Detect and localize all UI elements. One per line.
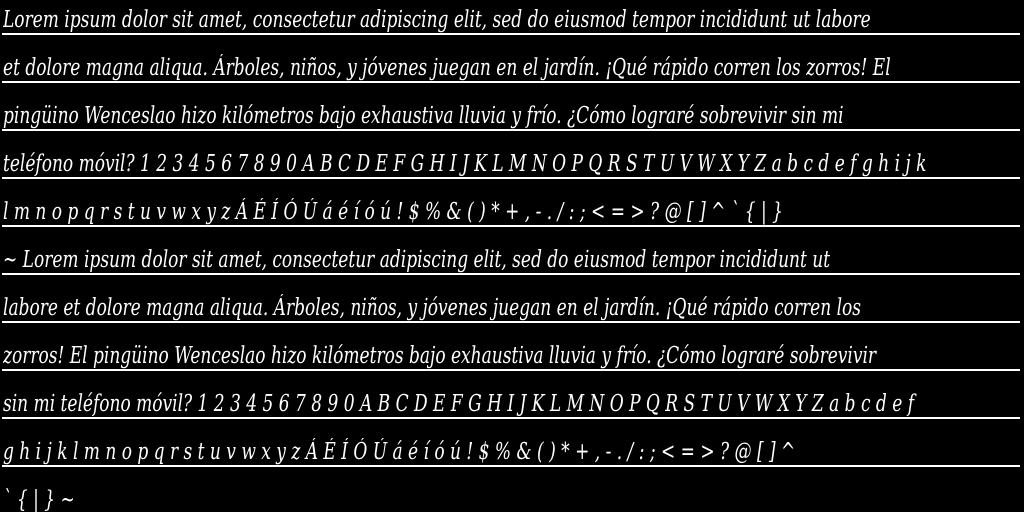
sample-line-8: zorros! El pingüino Wenceslao hizo kilóm… bbox=[3, 336, 1021, 384]
underline-5 bbox=[2, 225, 1020, 227]
sample-text-1: Lorem ipsum dolor sit amet, consectetur … bbox=[3, 7, 871, 33]
sample-text-3: pingüino Wenceslao hizo kilómetros bajo … bbox=[3, 103, 844, 129]
sample-text-10: g h i j k l m n o p q r s t u v w x y z … bbox=[3, 439, 796, 465]
underline-4 bbox=[2, 177, 1020, 179]
sample-line-6: ~ Lorem ipsum dolor sit amet, consectetu… bbox=[3, 240, 1021, 288]
sample-text-5: l m n o p q r s t u v w x y z Á É Í Ó Ú … bbox=[3, 199, 783, 225]
underline-9 bbox=[2, 417, 1020, 419]
sample-line-2: et dolore magna aliqua. Árboles, niños, … bbox=[3, 48, 1021, 96]
underline-8 bbox=[2, 369, 1020, 371]
sample-text-9: sin mi teléfono móvil? 1 2 3 4 5 6 7 8 9… bbox=[3, 391, 915, 417]
underline-7 bbox=[2, 321, 1020, 323]
sample-text-7: labore et dolore magna aliqua. Árboles, … bbox=[3, 295, 862, 321]
sample-line-1: Lorem ipsum dolor sit amet, consectetur … bbox=[3, 0, 1021, 48]
sample-line-11: ` { | } ~ bbox=[3, 480, 1021, 512]
underline-1 bbox=[2, 33, 1020, 35]
sample-line-5: l m n o p q r s t u v w x y z Á É Í Ó Ú … bbox=[3, 192, 1021, 240]
sample-line-9: sin mi teléfono móvil? 1 2 3 4 5 6 7 8 9… bbox=[3, 384, 1021, 432]
sample-text-6: ~ Lorem ipsum dolor sit amet, consectetu… bbox=[3, 247, 831, 273]
underline-6 bbox=[2, 273, 1020, 275]
sample-line-7: labore et dolore magna aliqua. Árboles, … bbox=[3, 288, 1021, 336]
underline-2 bbox=[2, 81, 1020, 83]
sample-line-4: teléfono móvil? 1 2 3 4 5 6 7 8 9 0 A B … bbox=[3, 144, 1021, 192]
sample-text-8: zorros! El pingüino Wenceslao hizo kilóm… bbox=[3, 343, 877, 369]
font-sample-sheet: Lorem ipsum dolor sit amet, consectetur … bbox=[0, 0, 1024, 512]
underline-3 bbox=[2, 129, 1020, 131]
sample-text-2: et dolore magna aliqua. Árboles, niños, … bbox=[3, 55, 891, 81]
underline-10 bbox=[2, 465, 1020, 467]
sample-text-4: teléfono móvil? 1 2 3 4 5 6 7 8 9 0 A B … bbox=[3, 151, 927, 177]
sample-line-10: g h i j k l m n o p q r s t u v w x y z … bbox=[3, 432, 1021, 480]
sample-text-11: ` { | } ~ bbox=[3, 487, 75, 512]
sample-line-3: pingüino Wenceslao hizo kilómetros bajo … bbox=[3, 96, 1021, 144]
